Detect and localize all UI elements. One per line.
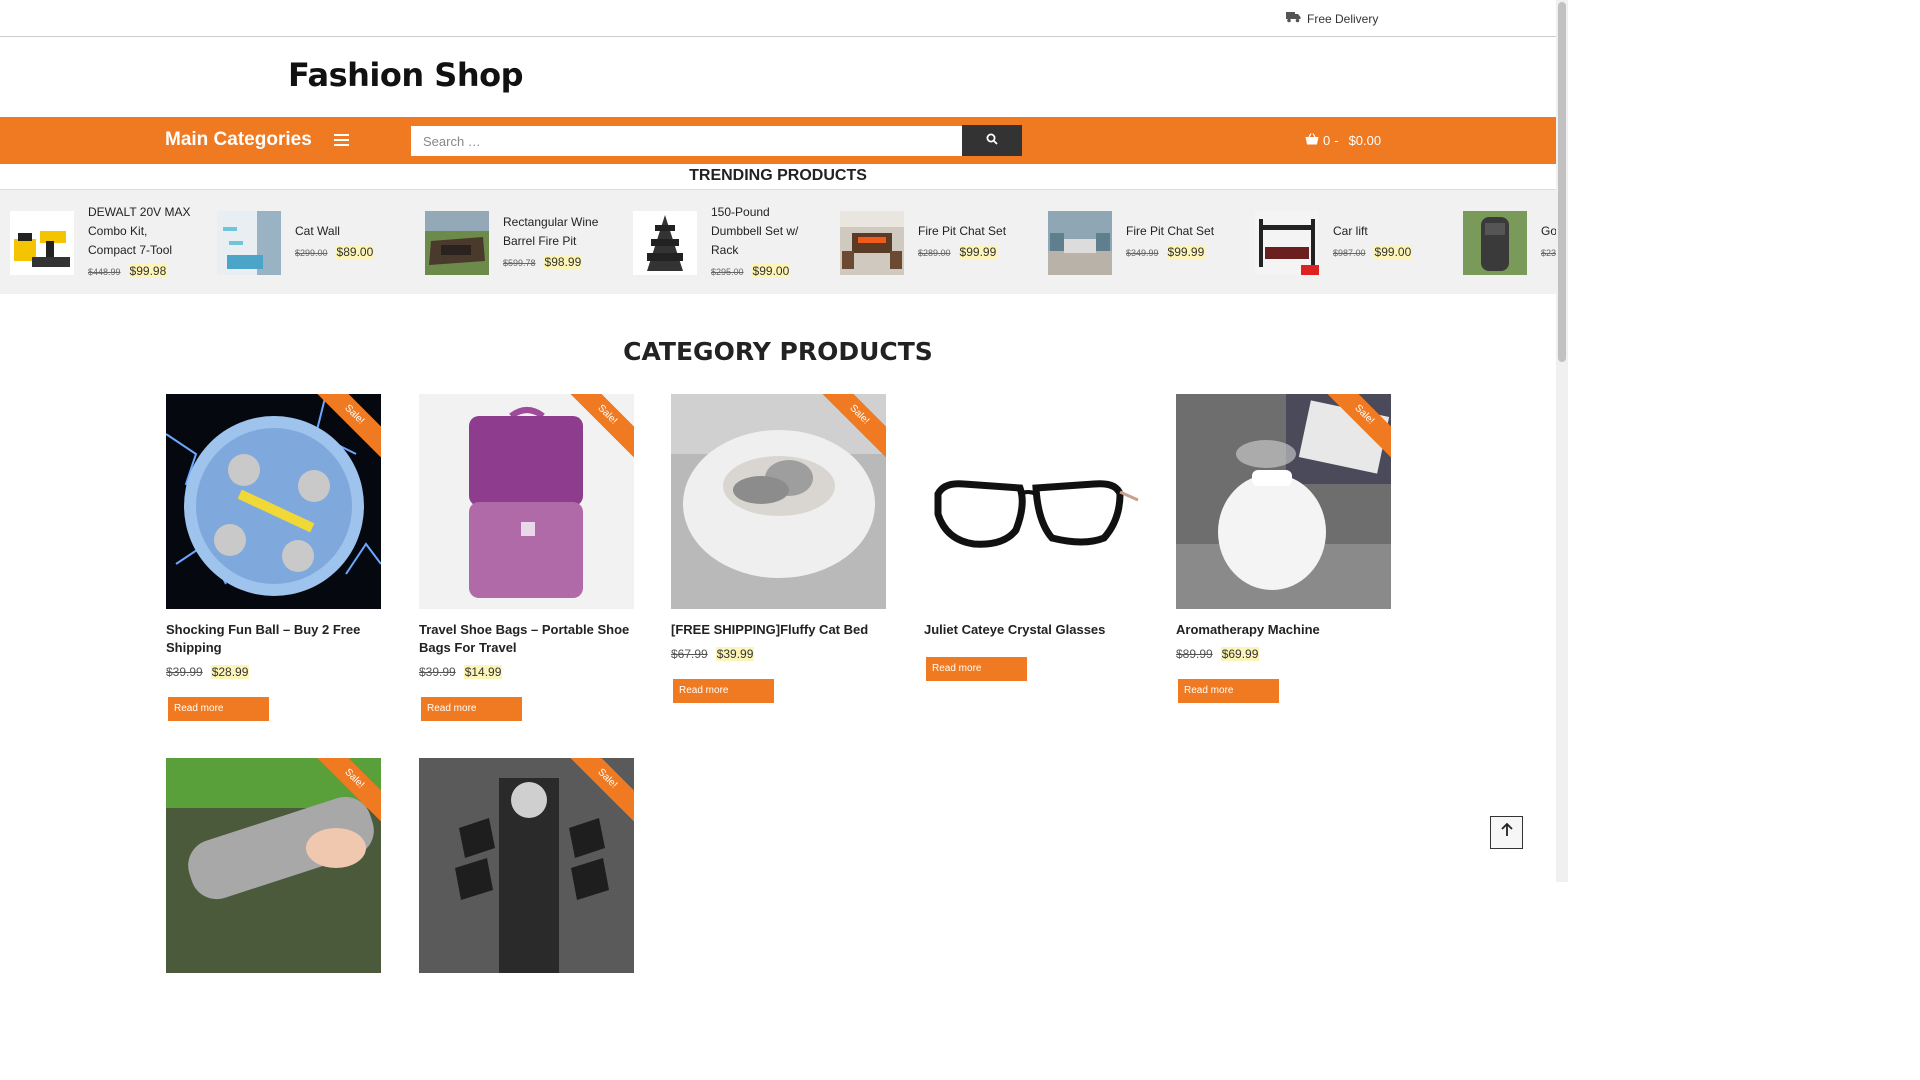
back-to-top-button[interactable] — [1490, 816, 1523, 849]
old-price: $289.00 — [918, 248, 951, 258]
sale-price: $99.00 — [1373, 245, 1413, 259]
product-thumbnail[interactable] — [840, 210, 904, 275]
search-input[interactable] — [411, 126, 962, 156]
product-card: Sale! [FREE SHIPPING]Fluffy Cat Bed $67.… — [671, 394, 886, 703]
product-image[interactable]: Sale! — [419, 394, 634, 609]
product-image[interactable]: Sale! — [166, 394, 381, 609]
product-card: Juliet Cateye Crystal Glasses Read more — [924, 394, 1139, 681]
product-thumbnail[interactable] — [1463, 210, 1527, 275]
product-card: Sale! Aromatherapy Machine $89.99 $69.99 … — [1176, 394, 1391, 703]
old-price: $299.00 — [295, 248, 328, 258]
read-more-button[interactable]: Read more — [168, 697, 269, 721]
cart-total: $0.00 — [1348, 133, 1382, 148]
product-image[interactable]: Sale! — [1176, 394, 1391, 609]
product-thumbnail[interactable] — [10, 210, 74, 275]
free-delivery: Free Delivery — [1286, 11, 1378, 26]
cart-count: 0 — [1323, 133, 1331, 148]
product-title[interactable]: Aromatherapy Machine — [1176, 621, 1391, 639]
old-price: $89.99 — [1176, 647, 1213, 661]
main-categories-toggle[interactable]: Main Categories — [165, 129, 349, 151]
search-icon — [986, 133, 998, 148]
sale-price: $99.99 — [958, 245, 998, 259]
product-title[interactable]: Juliet Cateye Crystal Glasses — [924, 621, 1139, 639]
product-card: Sale! Shocking Fun Ball – Buy 2 Free Shi… — [166, 394, 381, 721]
sale-price: $14.99 — [463, 665, 503, 679]
read-more-button[interactable]: Read more — [673, 679, 774, 703]
trending-item-name[interactable]: Car lift — [1333, 222, 1443, 241]
basket-icon — [1305, 133, 1319, 148]
old-price: $987.00 — [1333, 248, 1366, 258]
trending-item-name[interactable]: Fire Pit Chat Set — [918, 222, 1028, 241]
product-thumbnail[interactable] — [1255, 210, 1319, 275]
sale-price: $28.99 — [210, 665, 250, 679]
truck-icon — [1286, 11, 1301, 26]
trending-item-name[interactable]: DEWALT 20V MAX Combo Kit, Compact 7-Tool — [88, 203, 198, 260]
trending-item[interactable]: Cat Wall $299.00 $89.00 — [217, 190, 405, 294]
read-more-button[interactable]: Read more — [1178, 679, 1279, 703]
product-image[interactable]: Sale! — [419, 758, 634, 973]
trending-carousel: DEWALT 20V MAX Combo Kit, Compact 7-Tool… — [0, 189, 1556, 294]
cart-summary[interactable]: 0 - $0.00 — [1305, 133, 1381, 148]
sale-price: $39.99 — [715, 647, 755, 661]
trending-item-name[interactable]: 150-Pound Dumbbell Set w/ Rack — [711, 203, 821, 260]
old-price: $39.99 — [419, 665, 456, 679]
category-products-title: CATEGORY PRODUCTS — [623, 337, 933, 366]
old-price: $448.99 — [88, 267, 121, 277]
product-title[interactable]: Shocking Fun Ball – Buy 2 Free Shipping — [166, 621, 381, 657]
sale-price: $89.00 — [335, 245, 375, 259]
trending-item[interactable]: Go $23 — [1463, 190, 1556, 294]
old-price: $39.99 — [166, 665, 203, 679]
product-thumbnail[interactable] — [217, 210, 281, 275]
main-categories-label: Main Categories — [165, 129, 312, 150]
trending-item-name[interactable]: Cat Wall — [295, 222, 405, 241]
cart-separator: - — [1334, 133, 1339, 148]
product-card: Sale! Travel Shoe Bags – Portable Shoe B… — [419, 394, 634, 721]
old-price: $295.00 — [711, 267, 744, 277]
site-logo[interactable]: Fashion Shop — [288, 56, 524, 94]
product-title[interactable]: Travel Shoe Bags – Portable Shoe Bags Fo… — [419, 621, 634, 657]
trending-item[interactable]: Car lift $987.00 $99.00 — [1255, 190, 1443, 294]
menu-icon — [333, 131, 349, 149]
top-bar: Free Delivery — [0, 0, 1556, 37]
scrollbar-thumb[interactable] — [1558, 2, 1566, 362]
read-more-button[interactable]: Read more — [926, 657, 1027, 681]
old-price: $23 — [1541, 248, 1556, 258]
product-thumbnail[interactable] — [633, 210, 697, 275]
sale-price: $99.99 — [1166, 245, 1206, 259]
trending-title: TRENDING PRODUCTS — [689, 167, 867, 184]
sale-price: $99.00 — [751, 264, 791, 278]
main-nav-bar: Main Categories 0 - $0.00 — [0, 117, 1556, 164]
read-more-button[interactable]: Read more — [421, 697, 522, 721]
sale-price: $99.98 — [128, 264, 168, 278]
product-card: Sale! — [419, 758, 634, 973]
search-button[interactable] — [962, 125, 1022, 156]
trending-item[interactable]: DEWALT 20V MAX Combo Kit, Compact 7-Tool… — [10, 190, 198, 294]
trending-item-name[interactable]: Go — [1541, 222, 1556, 241]
product-title[interactable]: [FREE SHIPPING]Fluffy Cat Bed — [671, 621, 886, 639]
trending-item[interactable]: 150-Pound Dumbbell Set w/ Rack $295.00 $9… — [633, 190, 821, 294]
old-price: $349.99 — [1126, 248, 1159, 258]
page-scrollbar[interactable] — [1556, 0, 1568, 882]
free-delivery-label: Free Delivery — [1307, 11, 1379, 26]
arrow-up-icon — [1500, 822, 1513, 842]
trending-item[interactable]: Fire Pit Chat Set $289.00 $99.99 — [840, 190, 1028, 294]
product-thumbnail[interactable] — [1048, 210, 1112, 275]
sale-price: $69.99 — [1220, 647, 1260, 661]
trending-item-name[interactable]: Fire Pit Chat Set — [1126, 222, 1236, 241]
trending-item-name[interactable]: Rectangular Wine Barrel Fire Pit — [503, 213, 613, 251]
trending-item[interactable]: Fire Pit Chat Set $349.99 $99.99 — [1048, 190, 1236, 294]
old-price: $599.78 — [503, 257, 536, 268]
product-image[interactable]: Sale! — [671, 394, 886, 609]
product-image[interactable]: Sale! — [166, 758, 381, 973]
old-price: $67.99 — [671, 647, 708, 661]
trending-item[interactable]: Rectangular Wine Barrel Fire Pit $599.78… — [425, 190, 613, 294]
sale-price: $98.99 — [543, 254, 583, 269]
product-card: Sale! — [166, 758, 381, 973]
product-thumbnail[interactable] — [425, 210, 489, 275]
product-image[interactable] — [924, 394, 1139, 609]
